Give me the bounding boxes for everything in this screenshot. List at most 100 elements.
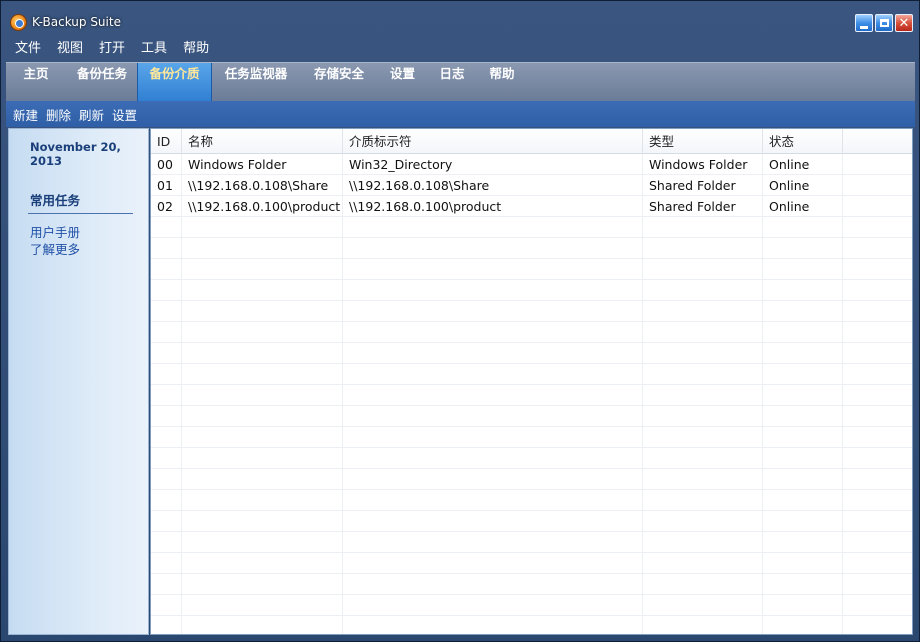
empty-cell xyxy=(151,406,182,427)
empty-cell xyxy=(343,574,643,595)
cell-media-id: Win32_Directory xyxy=(343,154,643,175)
tab-storage-security[interactable]: 存储安全 xyxy=(300,63,378,102)
empty-cell xyxy=(343,385,643,406)
column-header-extra[interactable] xyxy=(843,129,912,154)
empty-cell xyxy=(643,301,763,322)
empty-cell xyxy=(763,343,843,364)
empty-cell xyxy=(843,322,912,343)
empty-cell xyxy=(643,217,763,238)
empty-cell xyxy=(182,511,343,532)
cell-media-id: \\192.168.0.100\product xyxy=(343,196,643,217)
empty-cell xyxy=(151,427,182,448)
empty-cell xyxy=(182,301,343,322)
empty-cell xyxy=(182,574,343,595)
empty-cell xyxy=(843,259,912,280)
empty-cell xyxy=(343,280,643,301)
settings-button[interactable]: 设置 xyxy=(112,105,137,124)
menu-bar: 文件 视图 打开 工具 帮助 xyxy=(15,40,225,58)
tab-backup-tasks[interactable]: 备份任务 xyxy=(66,63,138,102)
empty-cell xyxy=(182,238,343,259)
tab-help[interactable]: 帮助 xyxy=(477,63,527,102)
empty-cell xyxy=(151,574,182,595)
tab-bar: 主页 备份任务 备份介质 任务监视器 存储安全 设置 日志 帮助 xyxy=(6,62,915,102)
empty-cell xyxy=(763,301,843,322)
tab-settings[interactable]: 设置 xyxy=(378,63,427,102)
empty-cell xyxy=(763,364,843,385)
delete-button[interactable]: 删除 xyxy=(46,105,71,124)
tab-home[interactable]: 主页 xyxy=(6,63,66,102)
column-header-name[interactable]: 名称 xyxy=(182,129,343,154)
empty-cell xyxy=(843,616,912,634)
tab-logs[interactable]: 日志 xyxy=(427,63,477,102)
table-row[interactable]: 00 Windows Folder Win32_Directory Window… xyxy=(151,154,912,175)
empty-cell xyxy=(843,448,912,469)
table-row[interactable]: 02 \\192.168.0.100\product \\192.168.0.1… xyxy=(151,196,912,217)
maximize-button[interactable] xyxy=(875,14,893,32)
empty-cell xyxy=(343,448,643,469)
minimize-icon xyxy=(860,25,868,29)
minimize-button[interactable] xyxy=(855,14,873,32)
empty-cell xyxy=(343,511,643,532)
empty-cell xyxy=(343,322,643,343)
menu-open[interactable]: 打开 xyxy=(99,40,125,58)
media-table: ID 名称 介质标示符 类型 状态 00 Windows Folder Win3… xyxy=(150,128,913,635)
cell-id: 02 xyxy=(151,196,182,217)
empty-cell xyxy=(151,469,182,490)
empty-cell xyxy=(763,469,843,490)
empty-cell xyxy=(151,280,182,301)
empty-cell xyxy=(643,532,763,553)
empty-cell xyxy=(763,217,843,238)
empty-cell xyxy=(763,448,843,469)
empty-table-row xyxy=(151,616,912,634)
cell-status: Online xyxy=(763,154,843,175)
column-header-media-id[interactable]: 介质标示符 xyxy=(343,129,643,154)
column-header-id[interactable]: ID xyxy=(151,129,182,154)
cell-status: Online xyxy=(763,196,843,217)
empty-cell xyxy=(763,238,843,259)
maximize-icon xyxy=(879,19,889,27)
empty-cell xyxy=(182,616,343,634)
menu-help[interactable]: 帮助 xyxy=(183,40,209,58)
empty-cell xyxy=(643,385,763,406)
menu-file[interactable]: 文件 xyxy=(15,40,41,58)
empty-cell xyxy=(343,427,643,448)
sidebar: November 20, 2013 常用任务 用户手册 了解更多 xyxy=(8,128,149,635)
column-header-type[interactable]: 类型 xyxy=(643,129,763,154)
empty-cell xyxy=(343,217,643,238)
empty-cell xyxy=(643,427,763,448)
empty-cell xyxy=(843,280,912,301)
column-header-status[interactable]: 状态 xyxy=(763,129,843,154)
empty-cell xyxy=(643,280,763,301)
menu-view[interactable]: 视图 xyxy=(57,40,83,58)
new-button[interactable]: 新建 xyxy=(13,105,38,124)
cell-id: 00 xyxy=(151,154,182,175)
empty-cell xyxy=(843,385,912,406)
empty-table-row xyxy=(151,280,912,301)
empty-cell xyxy=(151,343,182,364)
empty-cell xyxy=(643,490,763,511)
empty-cell xyxy=(843,574,912,595)
table-row[interactable]: 01 \\192.168.0.108\Share \\192.168.0.108… xyxy=(151,175,912,196)
empty-cell xyxy=(643,574,763,595)
empty-cell xyxy=(182,448,343,469)
learn-more-link[interactable]: 了解更多 xyxy=(30,239,80,258)
cell-name: \\192.168.0.100\product xyxy=(182,196,343,217)
empty-cell xyxy=(182,217,343,238)
empty-cell xyxy=(343,259,643,280)
empty-cell xyxy=(151,616,182,634)
close-button[interactable]: ✕ xyxy=(895,14,913,32)
empty-cell xyxy=(151,217,182,238)
empty-table-row xyxy=(151,490,912,511)
empty-cell xyxy=(182,553,343,574)
tab-task-monitor[interactable]: 任务监视器 xyxy=(212,63,300,102)
tab-backup-media[interactable]: 备份介质 xyxy=(137,63,212,102)
refresh-button[interactable]: 刷新 xyxy=(79,105,104,124)
empty-cell xyxy=(763,574,843,595)
empty-cell xyxy=(763,553,843,574)
empty-cell xyxy=(343,364,643,385)
cell-type: Shared Folder xyxy=(643,175,763,196)
menu-tools[interactable]: 工具 xyxy=(141,40,167,58)
empty-table-row xyxy=(151,595,912,616)
title-bar[interactable]: K-Backup Suite ✕ xyxy=(1,1,919,37)
empty-cell xyxy=(843,364,912,385)
